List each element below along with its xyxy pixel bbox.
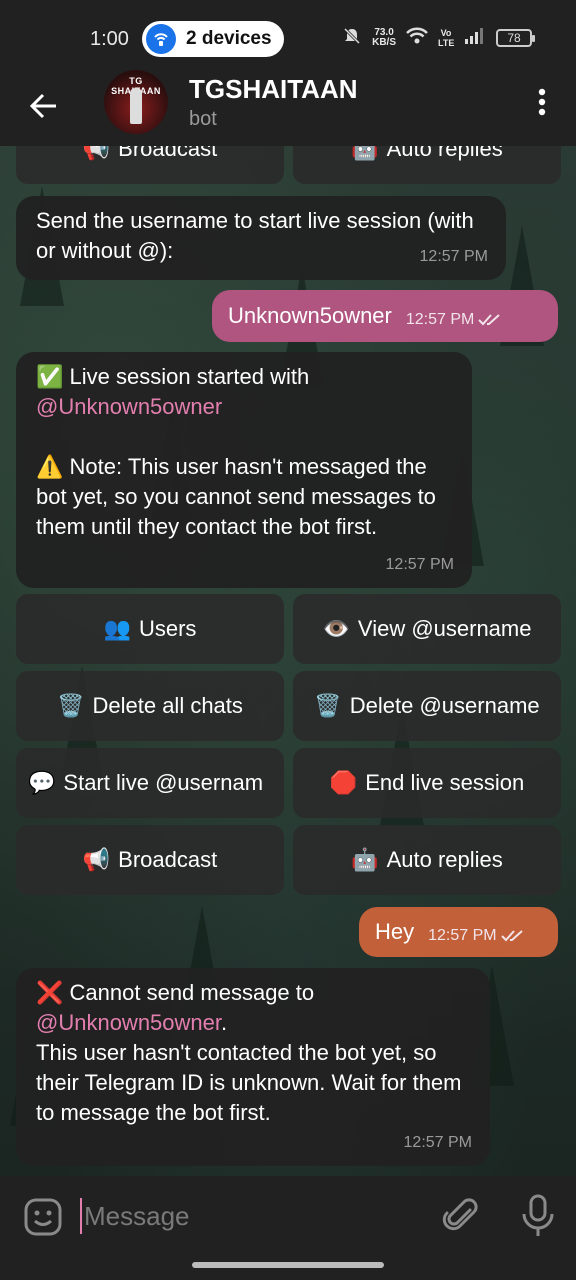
- delete-username-button[interactable]: 🗑️ Delete @username: [293, 671, 561, 741]
- check-mark-icon: ✅: [36, 364, 64, 389]
- users-label: Users: [138, 616, 197, 641]
- warning-icon: ⚠️: [36, 454, 64, 479]
- top-auto-replies-button[interactable]: 🤖 Auto replies: [293, 146, 561, 184]
- more-options-icon[interactable]: [538, 88, 546, 116]
- message-text: Hey: [375, 919, 415, 944]
- mute-icon: [342, 26, 362, 49]
- delete-username-label: Delete @username: [349, 693, 540, 718]
- emoji-icon[interactable]: [24, 1198, 62, 1236]
- status-bar: 1:00 2 devices 73.0 KB/S Vo LTE 78: [0, 0, 576, 78]
- view-username-label: View @username: [357, 616, 532, 641]
- megaphone-icon: 📢: [82, 847, 111, 872]
- top-broadcast-button[interactable]: 📢 Broadcast: [16, 146, 284, 184]
- trash-icon: 🗑️: [57, 693, 85, 718]
- megaphone-icon: 📢: [82, 146, 111, 161]
- devices-pill[interactable]: 2 devices: [142, 21, 284, 57]
- message-time: 12:57 PM: [405, 311, 475, 328]
- delete-all-chats-button[interactable]: 🗑️ Delete all chats: [16, 671, 284, 741]
- message-text: Send the username to start live session …: [36, 208, 474, 263]
- top-keyboard-clip: 📢 Broadcast 🤖 Auto replies: [0, 146, 576, 186]
- devices-icon: [146, 24, 176, 54]
- robot-icon: 🤖: [351, 146, 379, 161]
- chat-title[interactable]: TGSHAITAAN: [189, 74, 358, 105]
- gesture-nav-bar[interactable]: [192, 1262, 384, 1268]
- message-input[interactable]: [84, 1194, 404, 1238]
- devices-label: 2 devices: [186, 28, 272, 49]
- message-bubble-sent[interactable]: Unknown5owner 12:57 PM: [212, 290, 558, 342]
- chat-header: TG SHAITAAN TGSHAITAAN bot: [0, 70, 576, 146]
- end-live-label: End live session: [365, 770, 525, 795]
- net-speed-unit: KB/S: [372, 36, 396, 48]
- session-note: Note: This user hasn't messaged the bot …: [36, 454, 436, 539]
- trash-icon: 🗑️: [314, 693, 342, 718]
- username-mention-link[interactable]: @Unknown5owner: [36, 392, 452, 422]
- wifi-icon: [406, 27, 428, 48]
- double-check-icon: [478, 307, 502, 333]
- error-line: Cannot send message to: [69, 980, 315, 1005]
- message-time: 12:57 PM: [385, 556, 454, 573]
- stop-sign-icon: 🛑: [329, 770, 358, 795]
- message-time: 12:57 PM: [419, 248, 488, 265]
- status-time: 1:00: [90, 28, 129, 50]
- start-live-button[interactable]: 💬 Start live @usernam: [16, 748, 284, 818]
- back-arrow-icon[interactable]: [28, 90, 60, 122]
- speech-bubble-icon: 💬: [28, 770, 56, 795]
- view-username-button[interactable]: 👁️ View @username: [293, 594, 561, 664]
- attach-icon[interactable]: [442, 1196, 482, 1236]
- bot-avatar[interactable]: TG SHAITAAN: [104, 70, 168, 134]
- delete-all-label: Delete all chats: [92, 693, 243, 718]
- robot-icon: 🤖: [351, 847, 379, 872]
- message-bubble-error[interactable]: ❌ Cannot send message to @Unknown5owner.…: [16, 968, 490, 1166]
- message-time: 12:57 PM: [403, 1134, 472, 1151]
- message-bubble-sent[interactable]: Hey 12:57 PM: [359, 907, 558, 957]
- username-mention-link[interactable]: @Unknown5owner: [36, 1010, 221, 1035]
- battery-icon: 78: [496, 28, 535, 47]
- top-auto-replies-label: Auto replies: [386, 146, 503, 161]
- double-check-icon: [500, 923, 525, 949]
- status-icons: 73.0 KB/S Vo LTE 78: [342, 26, 535, 49]
- users-button[interactable]: 👥 Users: [16, 594, 284, 664]
- message-bubble-prompt[interactable]: Send the username to start live session …: [16, 196, 506, 280]
- users-icon: 👥: [103, 616, 131, 641]
- top-broadcast-label: Broadcast: [118, 146, 218, 161]
- message-time: 12:57 PM: [428, 927, 497, 944]
- eye-icon: 👁️: [322, 616, 350, 641]
- auto-replies-button[interactable]: 🤖 Auto replies: [293, 825, 561, 895]
- message-text: Unknown5owner: [228, 303, 392, 328]
- avatar-figure: [130, 88, 142, 124]
- message-bubble-session[interactable]: ✅ Live session started with @Unknown5own…: [16, 352, 472, 588]
- error-detail: This user hasn't contacted the bot yet, …: [36, 1040, 462, 1125]
- cross-mark-icon: ❌: [36, 980, 64, 1005]
- broadcast-button[interactable]: 📢 Broadcast: [16, 825, 284, 895]
- start-live-label: Start live @usernam: [63, 770, 264, 795]
- microphone-icon[interactable]: [518, 1194, 558, 1238]
- broadcast-label: Broadcast: [118, 847, 218, 872]
- chat-subtitle: bot: [189, 108, 217, 130]
- signal-icon: [464, 27, 486, 48]
- auto-replies-label: Auto replies: [386, 847, 503, 872]
- session-line: Live session started with: [69, 364, 310, 389]
- text-cursor: [80, 1198, 82, 1234]
- lte-label: Vo LTE: [438, 27, 455, 48]
- net-speed: 73.0 KB/S: [372, 27, 396, 48]
- end-live-button[interactable]: 🛑 End live session: [293, 748, 561, 818]
